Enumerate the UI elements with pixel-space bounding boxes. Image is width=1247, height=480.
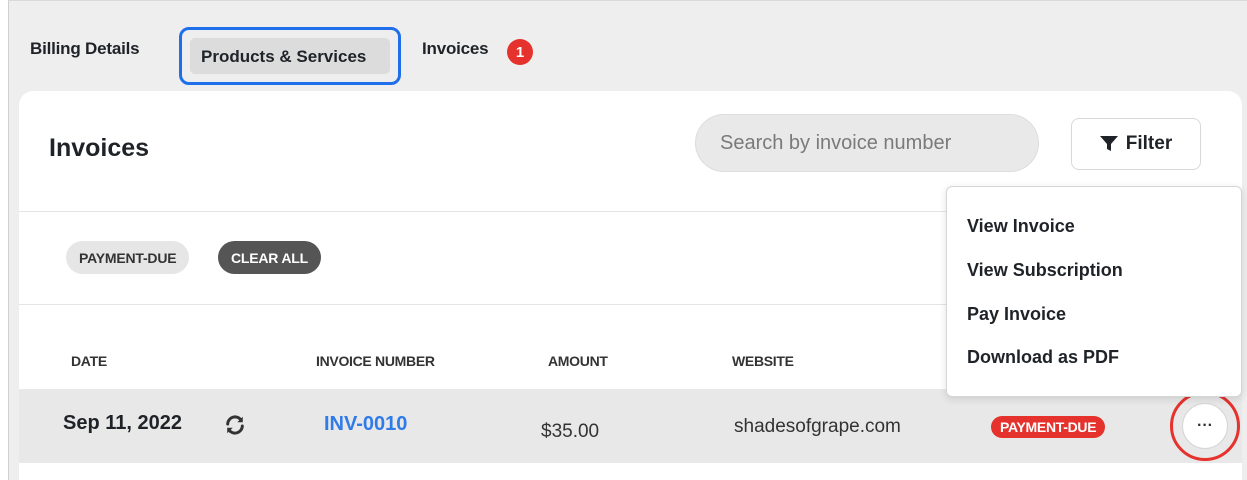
refresh-icon [226, 415, 244, 435]
column-header-invoice-number[interactable]: INVOICE NUMBER [316, 353, 435, 369]
active-filter-chip[interactable]: PAYMENT-DUE [66, 241, 190, 274]
tab-billing-details[interactable]: Billing Details [30, 39, 140, 59]
billing-panel: Billing Details Products & Services Invo… [8, 0, 1247, 480]
invoices-count-badge: 1 [507, 39, 533, 65]
clear-all-button[interactable]: CLEAR ALL [218, 241, 322, 274]
invoice-number-link[interactable]: INV-0010 [324, 413, 407, 436]
column-header-website[interactable]: WEBSITE [732, 353, 794, 369]
tab-products-label: Products & Services [201, 47, 367, 66]
column-header-amount[interactable]: AMOUNT [548, 353, 608, 369]
menu-item-pay-invoice[interactable]: Pay Invoice [967, 304, 1066, 325]
page-title: Invoices [49, 134, 150, 162]
tab-products-background: Products & Services [190, 38, 390, 74]
table-row: Sep 11, 2022 INV-0010 $35.00 shadesofgra… [19, 389, 1242, 463]
column-header-date[interactable]: DATE [71, 353, 107, 369]
status-badge: PAYMENT-DUE [991, 416, 1106, 438]
invoice-date: Sep 11, 2022 [63, 412, 182, 434]
row-actions-menu: View Invoice View Subscription Pay Invoi… [946, 186, 1242, 397]
menu-item-view-subscription[interactable]: View Subscription [967, 260, 1123, 281]
invoice-amount: $35.00 [541, 421, 600, 442]
invoice-website: shadesofgrape.com [734, 416, 901, 437]
filter-label: Filter [1125, 133, 1173, 154]
menu-item-download-pdf[interactable]: Download as PDF [967, 347, 1119, 368]
more-actions-button[interactable]: ··· [1182, 403, 1228, 449]
search-input[interactable] [695, 114, 1039, 172]
menu-item-view-invoice[interactable]: View Invoice [967, 216, 1075, 237]
funnel-icon [1099, 136, 1118, 151]
tab-bar: Billing Details Products & Services Invo… [9, 1, 1247, 89]
filter-button[interactable]: Filter [1071, 118, 1201, 170]
tab-invoices[interactable]: Invoices [422, 39, 489, 59]
tab-products-services[interactable]: Products & Services [179, 27, 401, 85]
